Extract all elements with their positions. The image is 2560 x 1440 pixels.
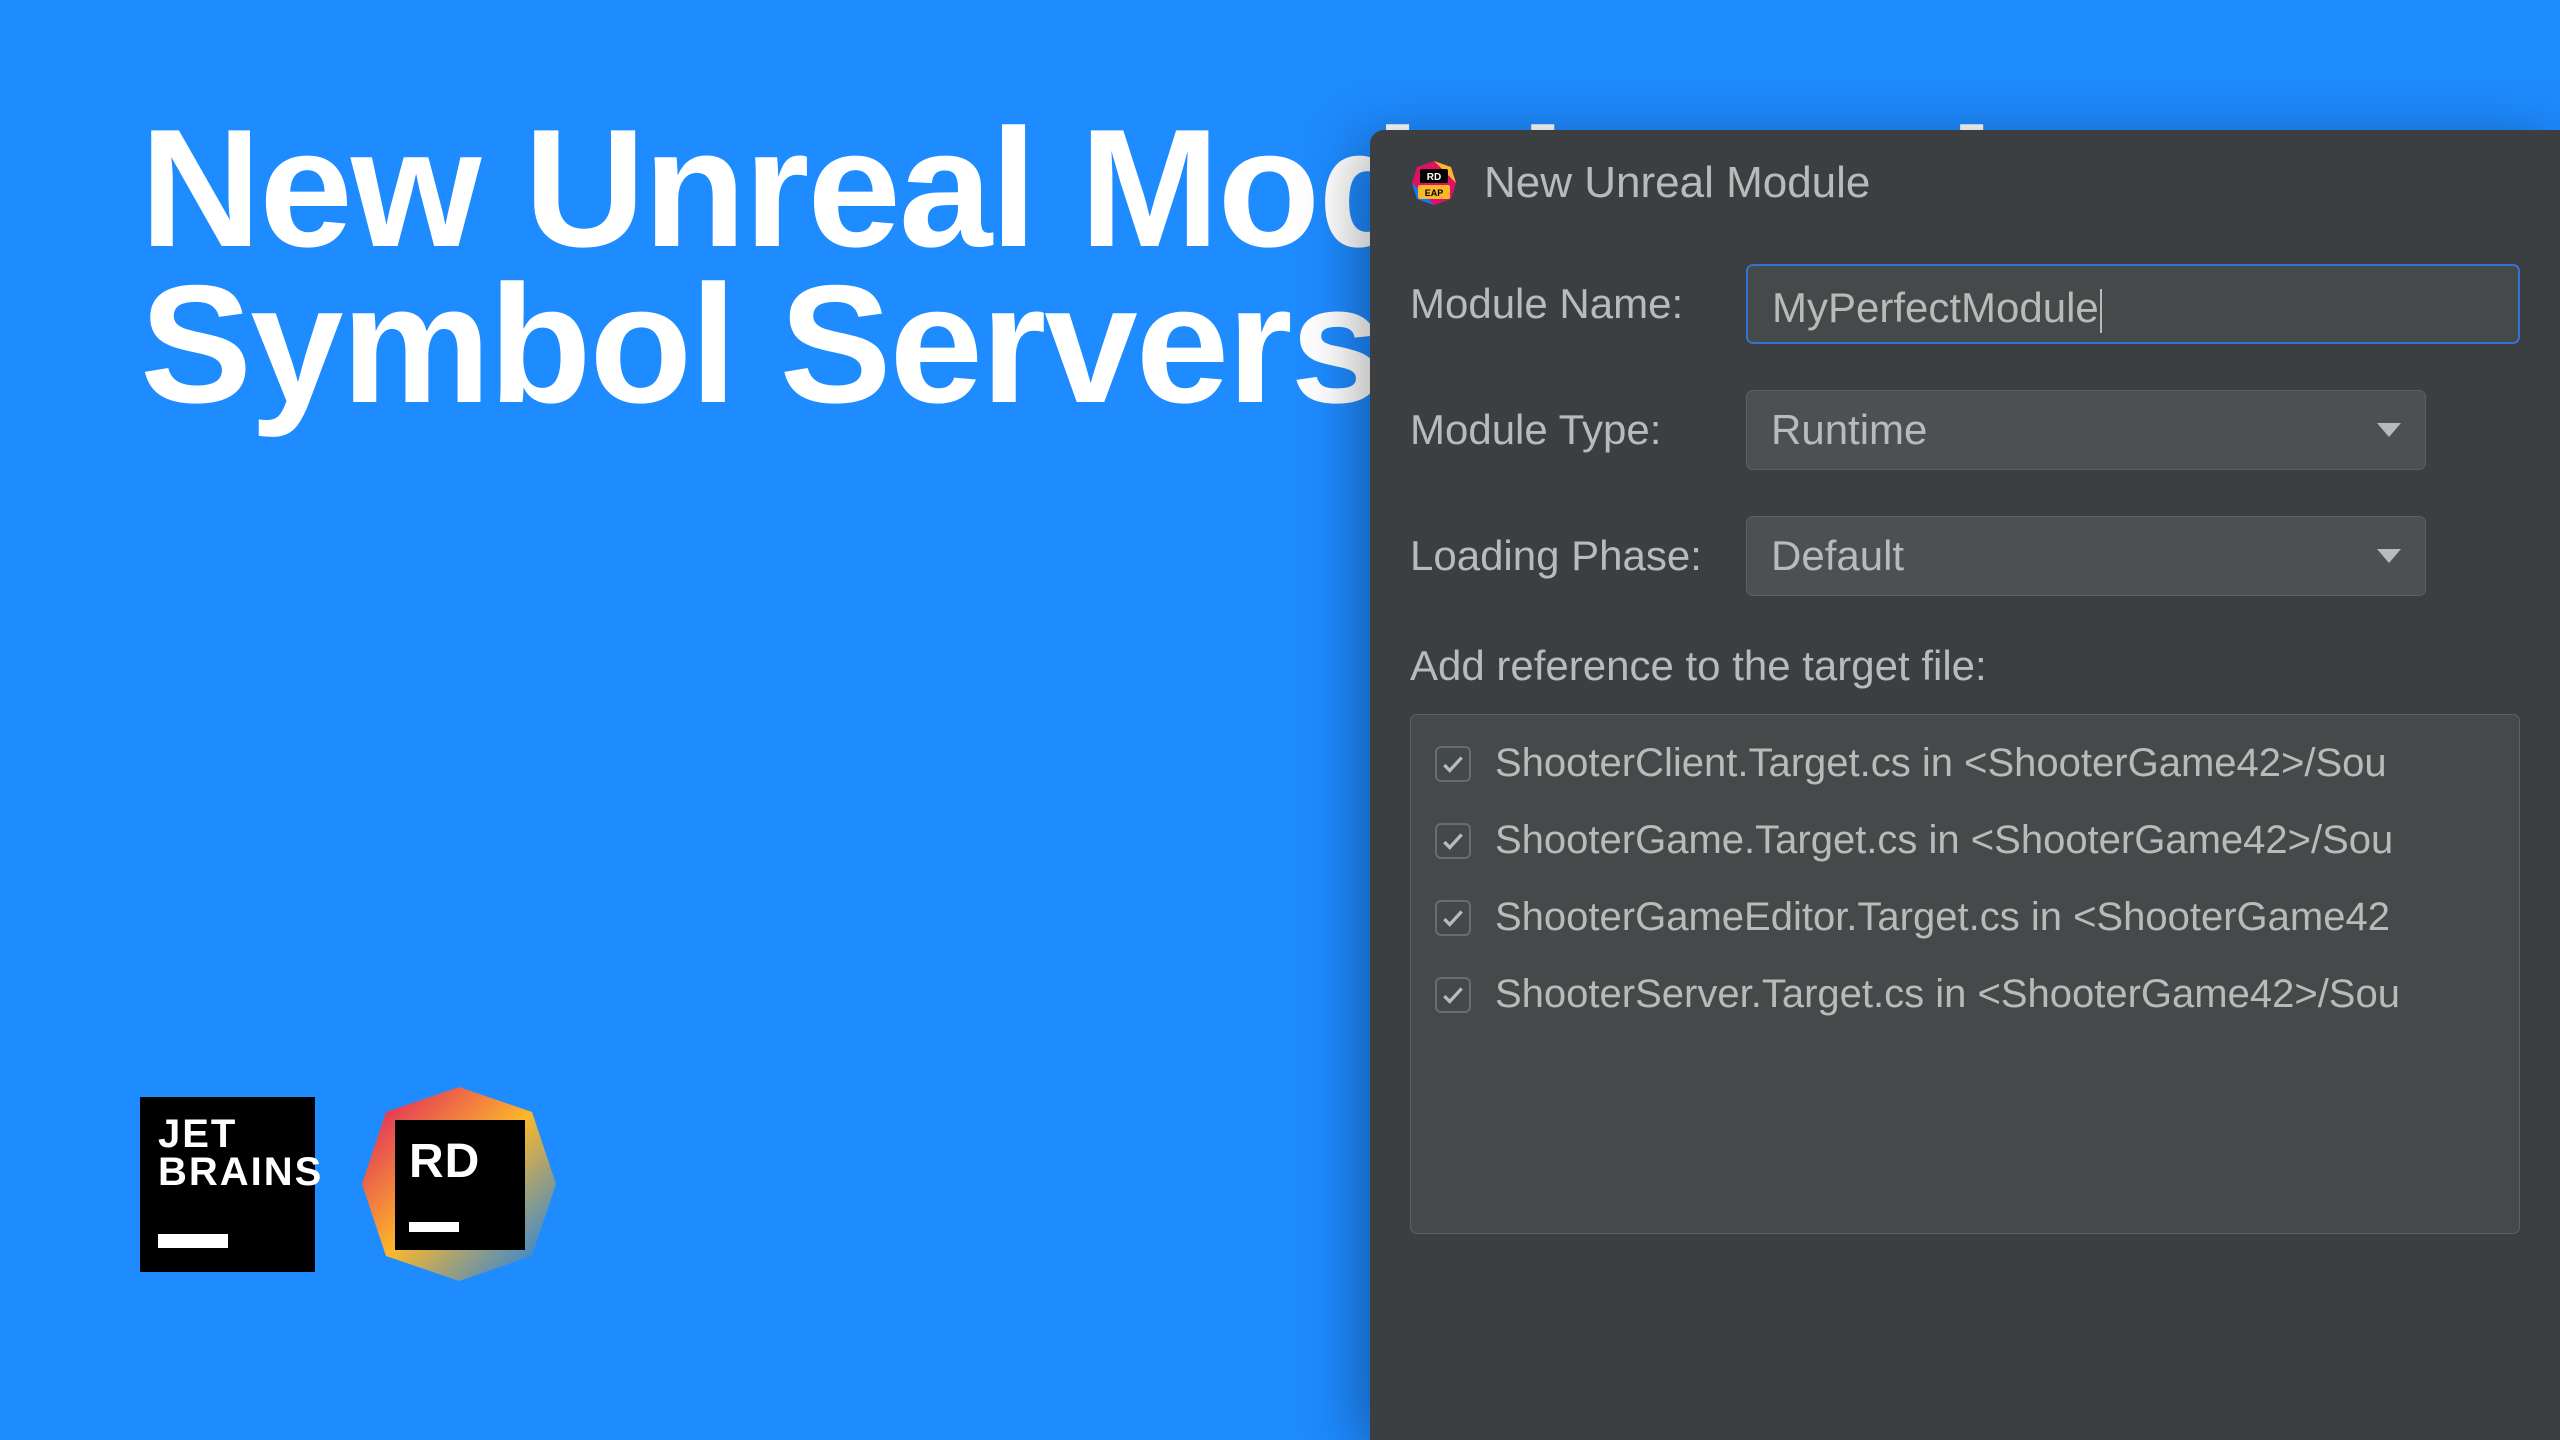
new-unreal-module-dialog: RD EAP New Unreal Module Module Name: My… [1370, 130, 2560, 1440]
rider-eap-icon: RD EAP [1410, 159, 1458, 207]
svg-text:RD: RD [1427, 172, 1441, 183]
target-label: ShooterClient.Target.cs in <ShooterGame4… [1495, 741, 2387, 786]
list-item[interactable]: ShooterClient.Target.cs in <ShooterGame4… [1411, 725, 2519, 802]
dialog-body: Module Name: MyPerfectModule Module Type… [1370, 236, 2560, 1274]
jetbrains-text-line1: JET [158, 1115, 297, 1153]
check-icon [1440, 828, 1466, 854]
target-label: ShooterGame.Target.cs in <ShooterGame42>… [1495, 818, 2393, 863]
module-name-value: MyPerfectModule [1772, 284, 2099, 331]
jetbrains-logo: JET BRAINS [140, 1097, 315, 1272]
rider-logo: RD [359, 1084, 559, 1284]
logo-row: JET BRAINS RD [140, 1084, 559, 1284]
loading-phase-select[interactable]: Default [1746, 516, 2426, 596]
target-checkbox[interactable] [1435, 746, 1471, 782]
module-type-select[interactable]: Runtime [1746, 390, 2426, 470]
target-file-list: ShooterClient.Target.cs in <ShooterGame4… [1410, 714, 2520, 1234]
list-item[interactable]: ShooterServer.Target.cs in <ShooterGame4… [1411, 956, 2519, 1033]
module-type-label: Module Type: [1410, 406, 1746, 454]
list-item[interactable]: ShooterGameEditor.Target.cs in <ShooterG… [1411, 879, 2519, 956]
list-item[interactable]: ShooterGame.Target.cs in <ShooterGame42>… [1411, 802, 2519, 879]
module-type-value: Runtime [1771, 406, 1927, 454]
module-name-label: Module Name: [1410, 280, 1746, 328]
svg-text:EAP: EAP [1425, 188, 1444, 198]
reference-section-label: Add reference to the target file: [1410, 642, 2520, 690]
rider-text: RD [409, 1134, 511, 1189]
module-name-row: Module Name: MyPerfectModule [1410, 264, 2520, 344]
target-checkbox[interactable] [1435, 900, 1471, 936]
loading-phase-value: Default [1771, 532, 1904, 580]
rider-logo-box: RD [395, 1120, 525, 1250]
check-icon [1440, 905, 1466, 931]
jetbrains-text-line2: BRAINS [158, 1153, 297, 1191]
chevron-down-icon [2377, 423, 2401, 437]
module-type-row: Module Type: Runtime [1410, 390, 2520, 470]
check-icon [1440, 751, 1466, 777]
jetbrains-underscore [158, 1234, 228, 1248]
target-label: ShooterServer.Target.cs in <ShooterGame4… [1495, 972, 2400, 1017]
dialog-title: New Unreal Module [1484, 158, 1870, 208]
rider-underscore [409, 1222, 459, 1232]
loading-phase-label: Loading Phase: [1410, 532, 1746, 580]
check-icon [1440, 982, 1466, 1008]
loading-phase-row: Loading Phase: Default [1410, 516, 2520, 596]
target-checkbox[interactable] [1435, 823, 1471, 859]
text-cursor-icon [2100, 289, 2102, 333]
module-name-input[interactable]: MyPerfectModule [1746, 264, 2520, 344]
target-label: ShooterGameEditor.Target.cs in <ShooterG… [1495, 895, 2390, 940]
target-checkbox[interactable] [1435, 977, 1471, 1013]
chevron-down-icon [2377, 549, 2401, 563]
dialog-titlebar: RD EAP New Unreal Module [1370, 130, 2560, 236]
